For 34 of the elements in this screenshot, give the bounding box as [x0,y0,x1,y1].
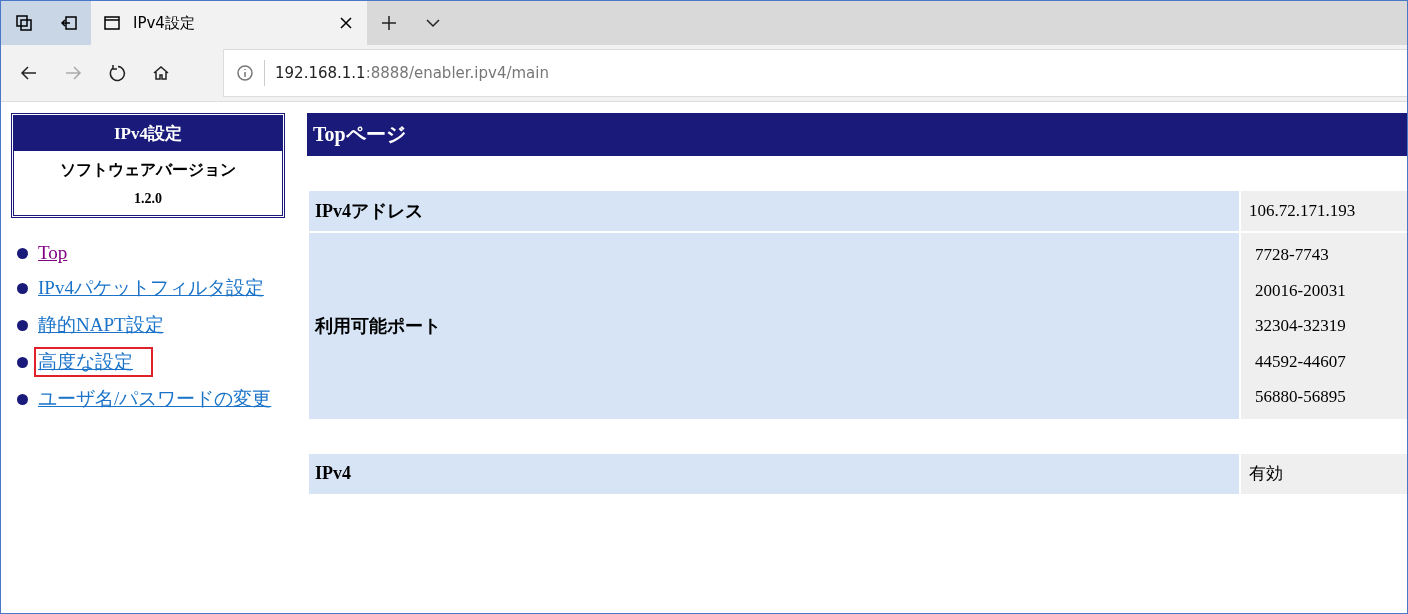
nav-link[interactable]: 静的NAPT設定 [34,310,184,340]
nav-link[interactable]: Top [34,240,88,266]
back-icon[interactable] [20,64,38,82]
nav-link[interactable]: 高度な設定 [34,347,153,377]
nav-link[interactable]: IPv4パケットフィルタ設定 [34,273,284,303]
bullet-icon [17,393,28,405]
new-tab-icon[interactable] [380,14,398,32]
home-icon[interactable] [152,64,170,82]
label-cell: IPv4アドレス [309,191,1239,231]
value-text: 7728-7743 [1255,244,1330,266]
page-icon [103,14,121,32]
value-text: 20016-20031 [1255,279,1347,302]
label-cell: 利用可能ポート [309,233,1239,419]
bullet-icon [17,356,28,368]
bullet-icon [17,282,28,294]
version-label: ソフトウェアバージョン [59,160,237,180]
bullet-icon [17,319,28,331]
browser-tab[interactable]: IPv4設定 [91,1,367,45]
page-title: Topページ [307,113,1407,156]
panel-title: IPv4設定 [14,116,282,151]
refresh-icon[interactable] [108,64,126,82]
value-text: 106.72.171.193 [1249,200,1357,222]
restore-tabs-icon[interactable] [59,14,78,32]
label-cell: IPv4 [309,453,1239,494]
tabs-aside-icon[interactable] [14,14,33,32]
value-text: 56880-56895 [1255,386,1347,408]
address-bar[interactable]: 192.168.1.1:8888/enabler.ipv4/main [223,49,1407,97]
value-text: 32304-32319 [1255,315,1347,337]
bullet-icon [17,247,28,259]
value-text: 44592-44607 [1255,350,1347,373]
value-text: 有効 [1249,462,1284,485]
info-icon [236,64,254,82]
version-number: 1.2.0 [133,190,163,208]
nav-link[interactable]: ユーザ名/パスワードの変更 [34,384,292,414]
